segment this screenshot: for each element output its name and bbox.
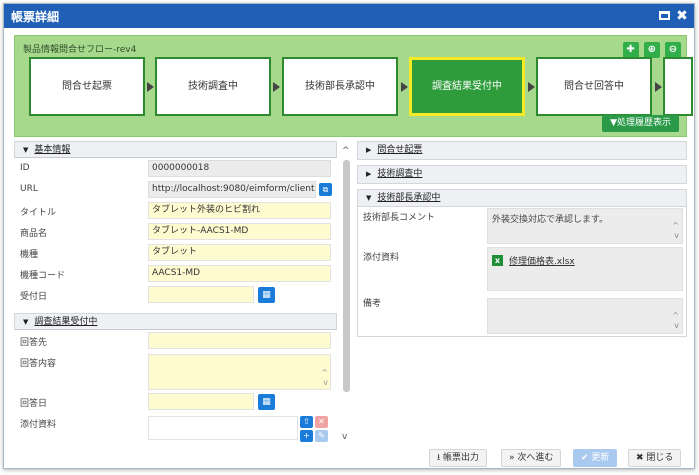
- form-detail-window: 帳票詳細 ✖ 製品情報問合せフロー-rev4 ✚ ⊕ ⊖ 問合せ起票 技術調査中…: [3, 3, 695, 469]
- caret-down-icon: ▼: [23, 146, 29, 154]
- answer-content-textarea[interactable]: ^ v: [148, 354, 331, 390]
- excel-file-icon: x: [492, 255, 503, 266]
- left-panel-scrollbar[interactable]: ^ v: [340, 146, 352, 442]
- approval-comment-box: 外装交換対応で承認します。 ^ v: [487, 208, 683, 244]
- open-link-icon[interactable]: ⧉: [319, 183, 332, 196]
- scroll-up-icon[interactable]: ^: [342, 146, 350, 156]
- maximize-icon[interactable]: [656, 8, 672, 24]
- remarks-row: 備考 ^ v: [358, 293, 686, 334]
- url-field: http://localhost:9080/eimform/client: [148, 181, 316, 198]
- title-field[interactable]: タブレット外装のヒビ割れ: [148, 202, 331, 219]
- caret-right-icon: ▶: [366, 146, 372, 154]
- flow-arrow-icon: [655, 82, 662, 92]
- move-icon[interactable]: ✚: [622, 42, 639, 58]
- edit-icon[interactable]: ✎: [315, 430, 328, 442]
- flow-step-4-active[interactable]: 調査結果受付中: [409, 57, 525, 116]
- forward-icon: »: [509, 453, 515, 463]
- caret-right-icon: ▶: [366, 170, 372, 178]
- flow-step-5[interactable]: 問合せ回答中: [536, 57, 652, 116]
- flow-arrow-icon: [528, 82, 535, 92]
- product-field[interactable]: タブレット-AACS1-MD: [148, 223, 331, 240]
- calendar-icon[interactable]: ▦: [258, 287, 275, 303]
- add-icon[interactable]: +: [300, 430, 313, 442]
- close-icon: ✖: [636, 453, 644, 463]
- close-icon[interactable]: ✖: [674, 8, 690, 24]
- answer-date-row: 回答日 ▦: [14, 393, 337, 414]
- scroll-down-icon[interactable]: v: [674, 231, 679, 241]
- workflow-diagram: 製品情報問合せフロー-rev4 ✚ ⊕ ⊖ 問合せ起票 技術調査中 技術部長承認…: [14, 35, 693, 137]
- scroll-up-icon[interactable]: ^: [672, 221, 679, 231]
- download-icon: ⭳: [437, 453, 441, 463]
- flow-arrow-icon: [401, 82, 408, 92]
- flow-step-3[interactable]: 技術部長承認中: [282, 57, 398, 116]
- workflow-name: 製品情報問合せフロー-rev4: [23, 45, 137, 55]
- workflow-toolbar: ✚ ⊕ ⊖: [621, 42, 681, 58]
- update-button[interactable]: ✔ 更新: [573, 449, 618, 467]
- id-row: ID 0000000018: [14, 160, 337, 181]
- check-icon: ✔: [581, 453, 589, 463]
- recipient-field[interactable]: [148, 332, 331, 349]
- scroll-down-icon[interactable]: v: [342, 432, 347, 442]
- flow-arrow-icon: [147, 82, 154, 92]
- model-field[interactable]: タブレット: [148, 244, 331, 261]
- print-form-button[interactable]: ⭳ 帳票出力: [429, 449, 488, 467]
- flow-step-1[interactable]: 問合せ起票: [29, 57, 145, 116]
- model-row: 機種 タブレット: [14, 244, 337, 265]
- zoom-in-icon[interactable]: ⊕: [643, 42, 660, 58]
- scroll-up-icon[interactable]: ^: [321, 368, 328, 377]
- model-code-row: 機種コード AACS1-MD: [14, 265, 337, 286]
- title-row: タイトル タブレット外装のヒビ割れ: [14, 202, 337, 223]
- history-toggle-button[interactable]: ▼処理履歴表示: [602, 115, 679, 132]
- scroll-thumb[interactable]: [343, 160, 350, 392]
- title-bar[interactable]: 帳票詳細 ✖: [4, 4, 694, 28]
- remarks-box: ^ v: [487, 298, 683, 334]
- model-code-field[interactable]: AACS1-MD: [148, 265, 331, 282]
- received-date-row: 受付日 ▦: [14, 286, 337, 307]
- section-manager-approval: ▼ 技術部長承認中 技術部長コメント 外装交換対応で承認します。 ^ v 添付資料…: [357, 189, 687, 337]
- answer-date-field[interactable]: [148, 393, 254, 410]
- next-step-button[interactable]: » 次へ進む: [501, 449, 562, 467]
- flow-step-2[interactable]: 技術調査中: [155, 57, 271, 116]
- scroll-up-icon[interactable]: ^: [672, 311, 679, 321]
- flow-step-next-partial[interactable]: [663, 57, 693, 116]
- section-technical-survey[interactable]: ▶ 技術調査中: [357, 165, 687, 184]
- section-inquiry-issue[interactable]: ▶ 問合せ起票: [357, 141, 687, 160]
- caret-down-icon: ▼: [366, 194, 372, 202]
- approval-attachment-box: x 修理価格表.xlsx: [487, 247, 683, 291]
- survey-attachment-row: 添付資料 ⇧ ✕ + ✎: [14, 414, 337, 444]
- received-date-field[interactable]: [148, 286, 254, 303]
- section-survey-result[interactable]: ▼ 調査結果受付中: [14, 313, 337, 330]
- section-basic-info[interactable]: ▼ 基本情報: [14, 141, 337, 158]
- caret-down-icon: ▼: [23, 318, 29, 326]
- close-button[interactable]: ✖ 閉じる: [628, 449, 682, 467]
- upload-icon[interactable]: ⇧: [300, 416, 313, 428]
- approval-attachment-row: 添付資料 x 修理価格表.xlsx: [358, 247, 686, 293]
- recipient-row: 回答先: [14, 332, 337, 353]
- attachment-list[interactable]: [148, 416, 298, 440]
- approval-comment-row: 技術部長コメント 外装交換対応で承認します。 ^ v: [358, 207, 686, 247]
- zoom-out-icon[interactable]: ⊖: [665, 42, 681, 58]
- window-title: 帳票詳細: [11, 10, 60, 24]
- scroll-down-icon[interactable]: v: [674, 321, 679, 331]
- right-panel: ▶ 問合せ起票 ▶ 技術調査中 ▼ 技術部長承認中 技術部長コメント 外装交換対応で承…: [357, 141, 687, 444]
- id-field: 0000000018: [148, 160, 331, 177]
- scroll-down-icon[interactable]: v: [323, 378, 328, 387]
- left-panel: ▼ 基本情報 ID 0000000018 URL http://localhost…: [14, 141, 337, 444]
- answer-content-row: 回答内容 ^ v: [14, 353, 337, 393]
- calendar-icon[interactable]: ▦: [258, 394, 275, 410]
- delete-icon[interactable]: ✕: [315, 416, 328, 428]
- product-row: 商品名 タブレット-AACS1-MD: [14, 223, 337, 244]
- url-row: URL http://localhost:9080/eimform/client…: [14, 181, 337, 202]
- flow-arrow-icon: [273, 82, 280, 92]
- attachment-file-link[interactable]: 修理価格表.xlsx: [509, 257, 575, 267]
